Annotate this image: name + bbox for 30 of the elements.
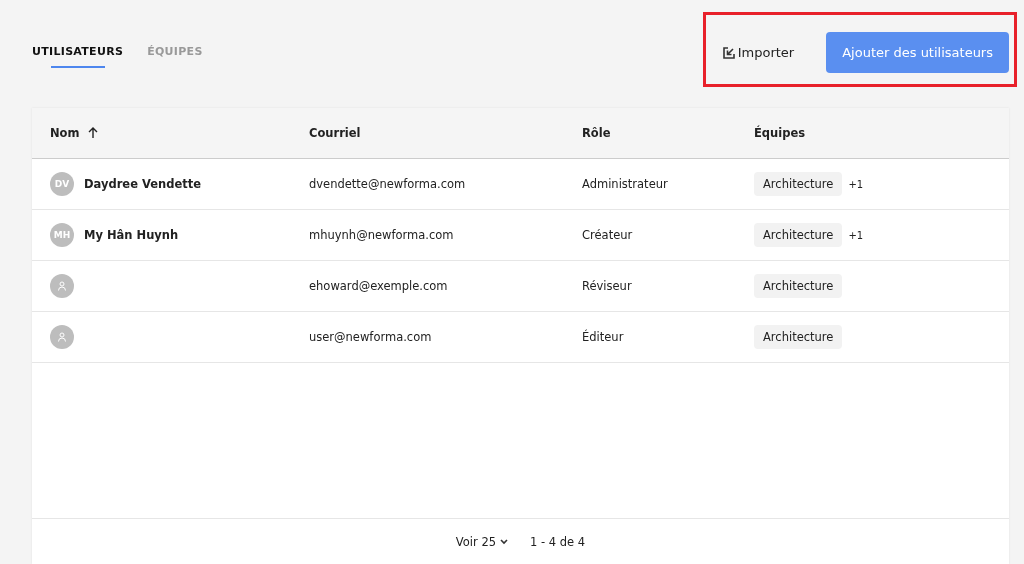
team-tag: Architecture <box>754 223 843 247</box>
tab[interactable]: UTILISATEURS <box>32 45 124 68</box>
column-header[interactable]: Nom <box>50 126 80 140</box>
team-tag: Architecture <box>754 172 843 196</box>
user-name: Daydree Vendette <box>84 177 202 191</box>
more-count: +1 <box>848 178 864 190</box>
chevron-down-icon <box>500 539 509 545</box>
column-header[interactable]: Rôle <box>582 126 611 140</box>
more-count: +1 <box>848 229 864 241</box>
role-text: Administrateur <box>582 177 668 191</box>
email-text: dvendette@newforma.com <box>309 177 466 191</box>
email-text: mhuynh@newforma.com <box>309 228 454 242</box>
column-header[interactable]: Courriel <box>309 126 361 140</box>
avatar-icon <box>50 274 74 298</box>
team-tag: Architecture <box>754 325 843 349</box>
avatar-icon <box>50 325 74 349</box>
email-text: ehoward@exemple.com <box>309 279 448 293</box>
avatar: DV <box>50 172 74 196</box>
page-size-dropdown[interactable]: Voir 25 <box>455 535 509 549</box>
page-range: 1 - 4 de 4 <box>530 535 586 549</box>
import-button[interactable]: Importer <box>722 45 795 60</box>
import-icon <box>722 46 735 59</box>
user-name: My Hân Huynh <box>84 228 179 242</box>
role-text: Créateur <box>582 228 633 242</box>
role-text: Éditeur <box>582 330 624 344</box>
email-text: user@newforma.com <box>309 330 432 344</box>
team-tag: Architecture <box>754 274 843 298</box>
column-header[interactable]: Équipes <box>754 126 806 140</box>
role-text: Réviseur <box>582 279 632 293</box>
avatar: MH <box>50 223 74 247</box>
